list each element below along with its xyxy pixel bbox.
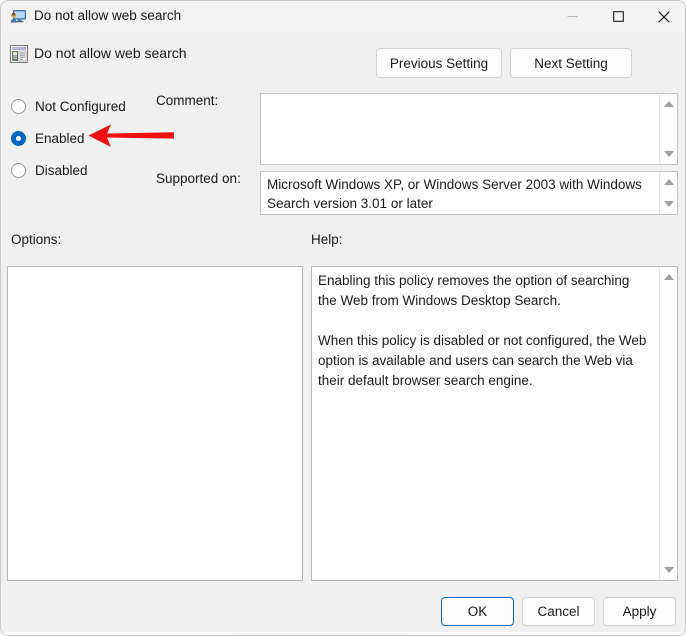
minimize-icon xyxy=(567,16,577,18)
help-text: Enabling this policy removes the option … xyxy=(318,273,647,388)
supported-on-field[interactable]: Microsoft Windows XP, or Windows Server … xyxy=(260,171,678,215)
comment-input[interactable] xyxy=(260,93,678,165)
next-setting-button[interactable]: Next Setting xyxy=(510,48,632,78)
policy-name-label: Do not allow web search xyxy=(34,45,187,61)
scroll-down-icon[interactable] xyxy=(660,146,677,162)
radio-mark-disabled xyxy=(11,162,26,178)
comment-scrollbar[interactable] xyxy=(659,94,677,164)
supported-on-scrollbar[interactable] xyxy=(659,172,677,214)
scroll-up-icon[interactable] xyxy=(660,269,677,285)
apply-button[interactable]: Apply xyxy=(603,597,676,626)
close-icon xyxy=(658,10,670,23)
radio-not-configured[interactable]: Not Configured xyxy=(11,96,126,116)
scroll-down-icon[interactable] xyxy=(660,562,677,578)
desktop-background-sliver xyxy=(1,632,685,635)
policy-monitor-icon xyxy=(10,9,27,25)
radio-mark-enabled xyxy=(11,130,26,146)
scroll-up-icon[interactable] xyxy=(660,174,677,190)
help-pane[interactable]: Enabling this policy removes the option … xyxy=(311,266,678,581)
annotation-arrow-icon xyxy=(88,124,174,147)
options-pane[interactable] xyxy=(7,266,303,581)
radio-disabled[interactable]: Disabled xyxy=(11,160,88,180)
maximize-icon xyxy=(612,11,624,22)
radio-label-enabled: Enabled xyxy=(35,130,85,146)
policy-setting-icon xyxy=(10,45,28,63)
comment-label: Comment: xyxy=(156,93,219,108)
scroll-down-icon[interactable] xyxy=(660,196,677,212)
title-bar: Do not allow web search xyxy=(1,1,685,34)
radio-label-disabled: Disabled xyxy=(35,162,88,178)
radio-enabled[interactable]: Enabled xyxy=(11,128,85,148)
maximize-button[interactable] xyxy=(595,1,641,32)
options-label: Options: xyxy=(11,232,62,247)
ok-button[interactable]: OK xyxy=(441,597,514,626)
supported-on-label: Supported on: xyxy=(156,171,241,186)
group-policy-setting-dialog: Do not allow web search Do not allow web… xyxy=(0,0,686,636)
supported-on-value: Microsoft Windows XP, or Windows Server … xyxy=(267,177,646,211)
help-label: Help: xyxy=(311,232,343,247)
previous-setting-button[interactable]: Previous Setting xyxy=(376,48,502,78)
scroll-up-icon[interactable] xyxy=(660,96,677,112)
close-button[interactable] xyxy=(641,1,685,32)
cancel-button[interactable]: Cancel xyxy=(522,597,595,626)
help-scrollbar[interactable] xyxy=(659,267,677,580)
radio-label-not-configured: Not Configured xyxy=(35,98,126,114)
minimize-button[interactable] xyxy=(549,1,595,32)
window-title: Do not allow web search xyxy=(34,8,182,23)
radio-mark-not-configured xyxy=(11,98,26,114)
